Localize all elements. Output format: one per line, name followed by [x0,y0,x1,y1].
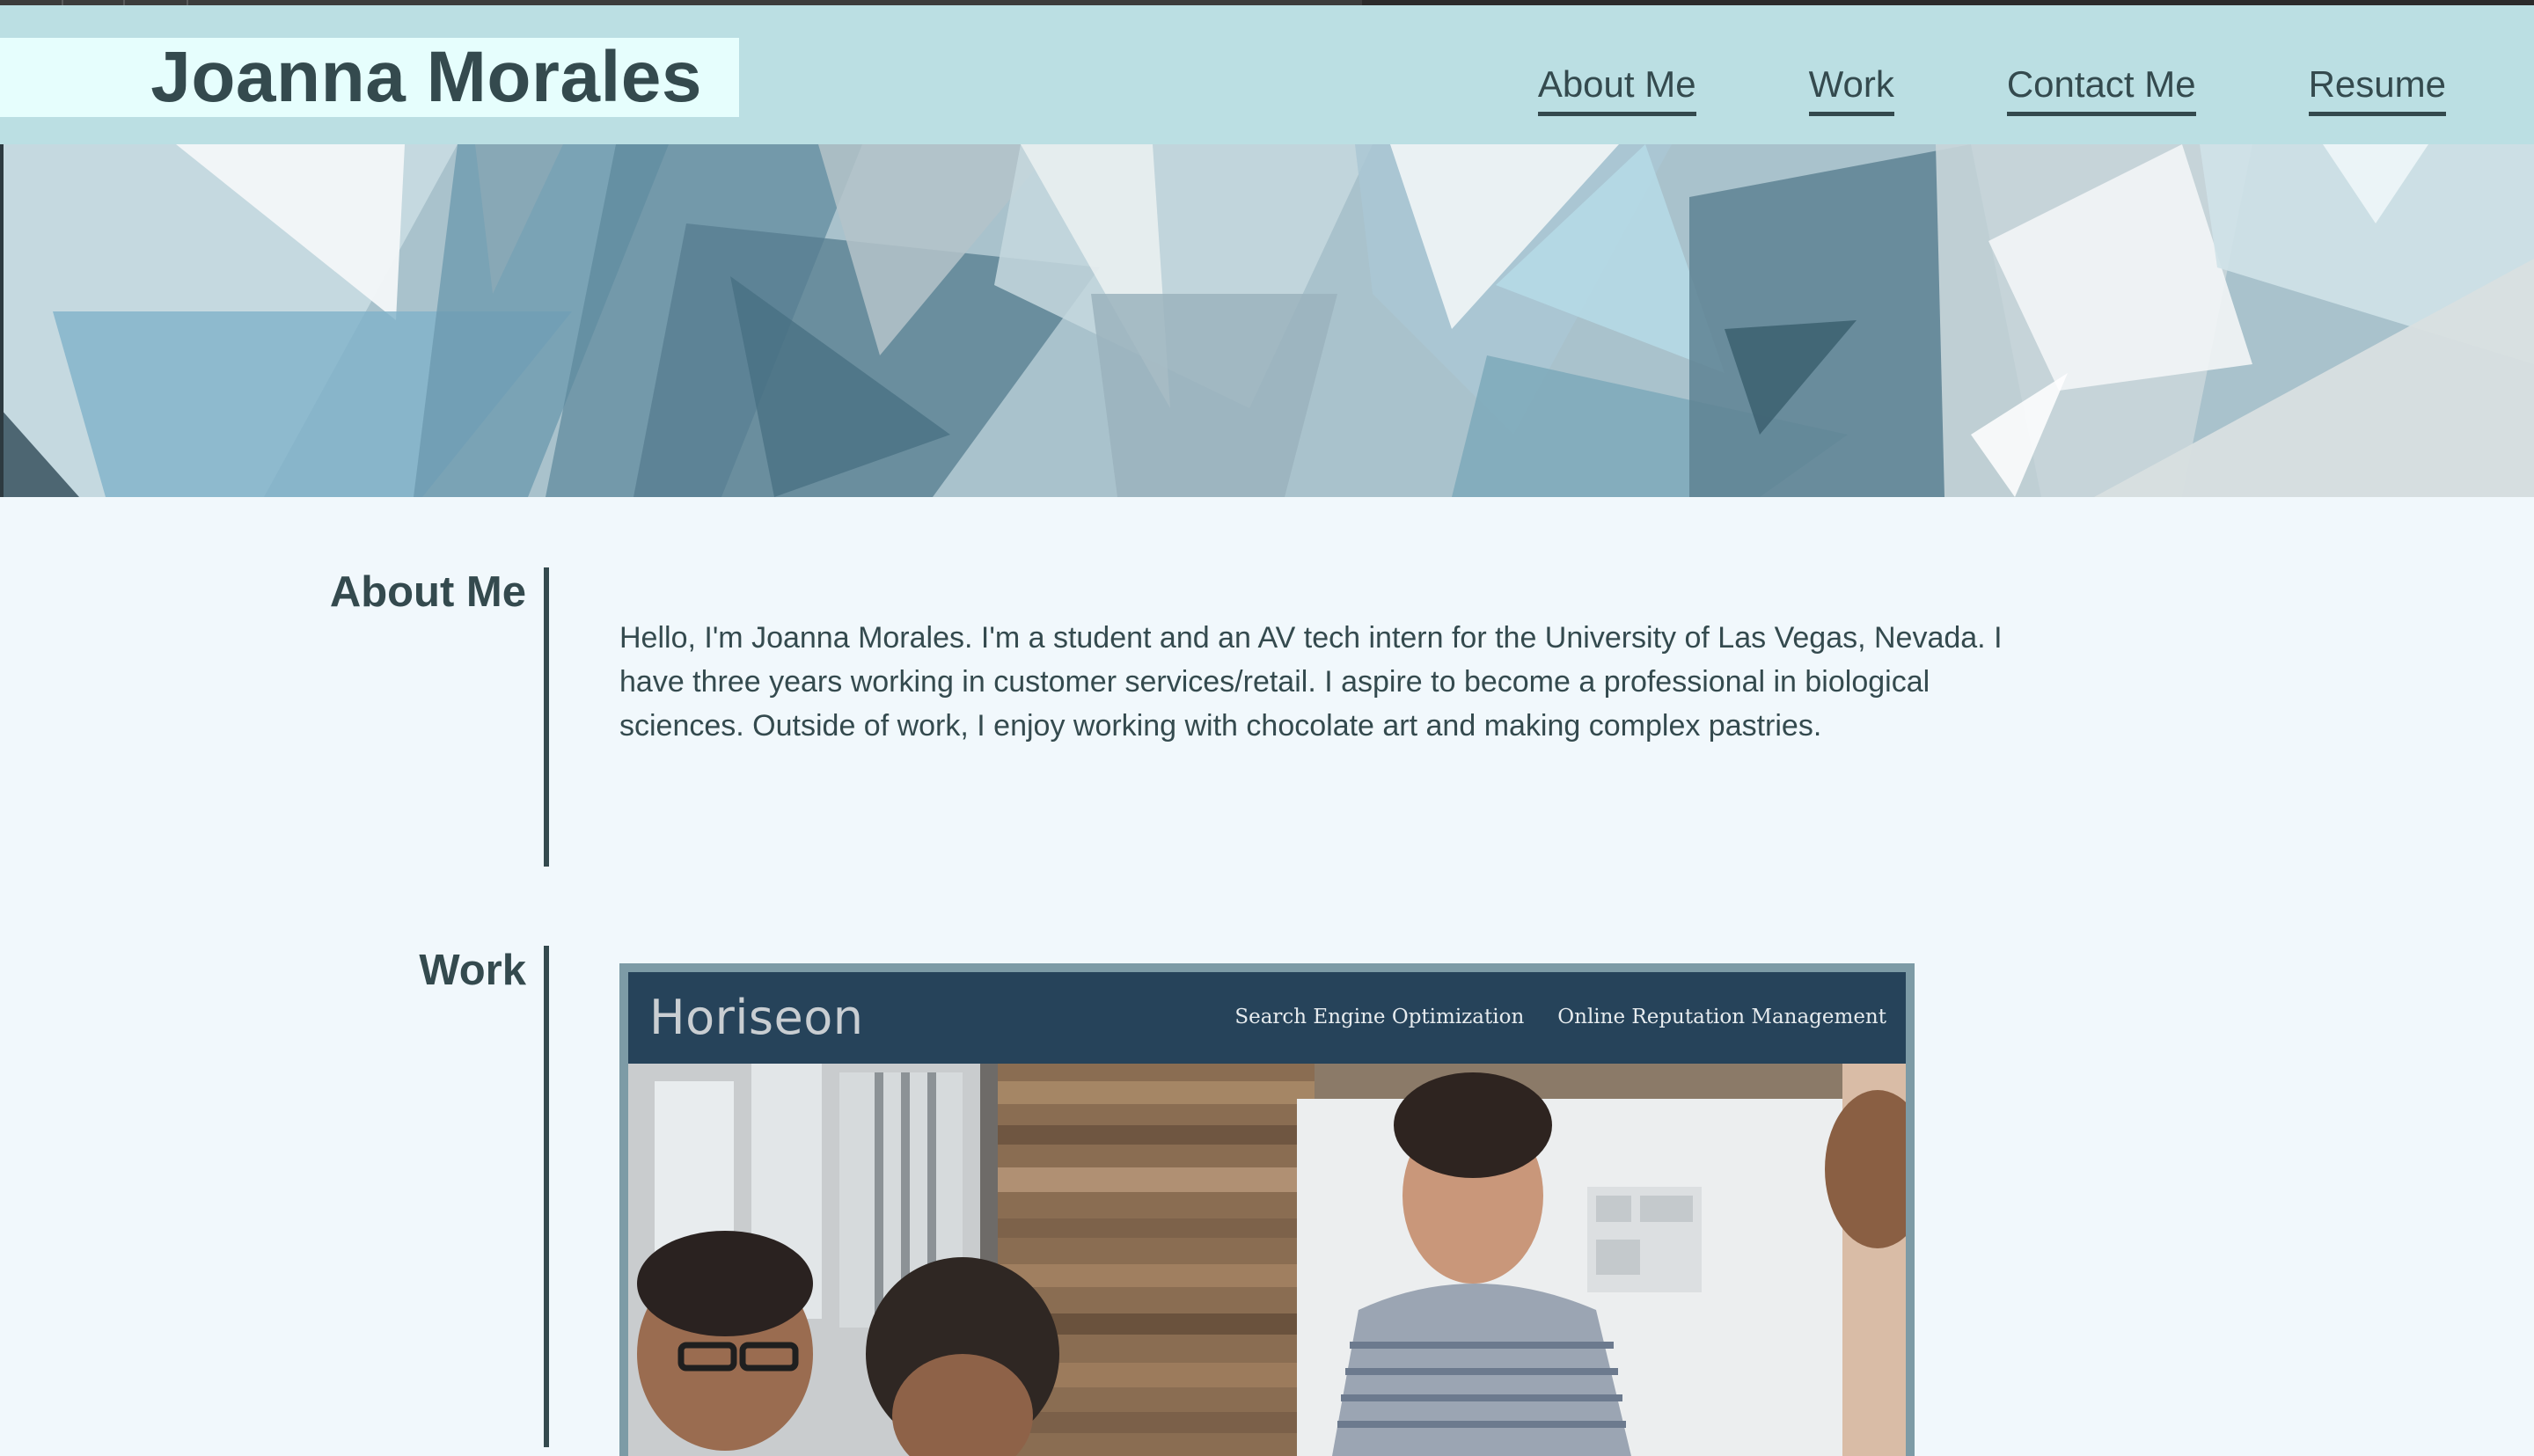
about-me-heading: About Me [329,568,526,616]
work-divider [544,946,549,1447]
hero-geometric-pattern [0,144,2534,497]
project-hero-photo [628,1064,1906,1456]
nav-link-about-me[interactable]: About Me [1537,63,1696,116]
team-meeting-photo [628,1064,1906,1456]
about-me-text: Hello, I'm Joanna Morales. I'm a student… [619,621,2003,743]
project-screenshot-image[interactable]: Horiseon Search Engine Optimization Onli… [619,963,1915,1456]
nav-link-resume[interactable]: Resume [2308,63,2446,116]
hero-banner-image [0,144,2534,497]
project-nav: Search Engine Optimization Online Reputa… [1234,1006,1886,1028]
project-site-header: Horiseon Search Engine Optimization Onli… [628,972,1906,1064]
site-title: Joanna Morales [150,37,702,117]
about-me-divider [544,567,549,867]
project-nav-link: Search Engine Optimization [1234,1006,1525,1028]
main-nav: About Me Work Contact Me Resume [1537,63,2446,116]
site-header: Joanna Morales About Me Work Contact Me … [0,5,2534,144]
nav-link-contact-me[interactable]: Contact Me [2006,63,2196,116]
nav-link-work[interactable]: Work [1808,63,1894,116]
project-nav-link: Online Reputation Management [1557,1006,1886,1028]
work-heading: Work [419,947,526,994]
project-logo: Horiseon [649,990,864,1045]
name-box: Joanna Morales [0,38,739,117]
